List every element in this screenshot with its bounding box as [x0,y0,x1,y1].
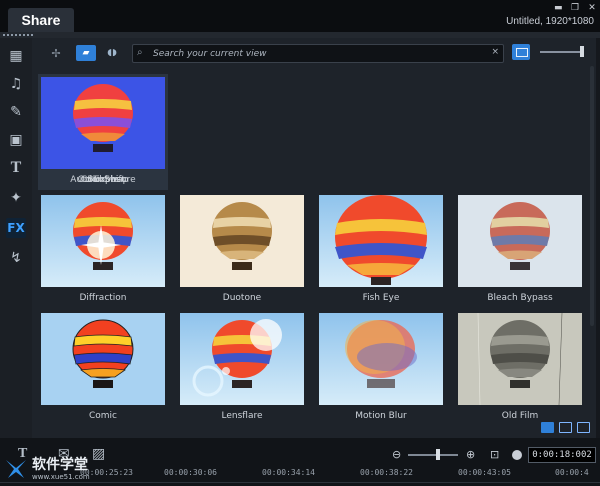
thumbnail-size-handle[interactable] [580,46,584,57]
clear-search-icon[interactable]: × [491,47,499,57]
effect-label: Comic [88,411,117,421]
watermark-logo [6,460,26,478]
add-effect-icon[interactable]: ✢ [48,45,64,61]
minimize-icon[interactable]: ▬ [554,4,563,13]
effect-thumbnail [41,313,165,405]
show-audio-filters-icon[interactable]: ◖◗ [102,45,122,61]
path-icon[interactable]: ↯ [6,248,26,268]
zoom-in-icon[interactable]: ⊕ [466,448,475,461]
clock-icon [512,450,522,460]
effect-thumbnail [319,195,443,287]
watermark-title: 软件学堂 [32,457,88,473]
zoom-out-icon[interactable]: ⊖ [392,448,401,461]
dotted-grip [3,34,33,36]
effect-tile-fish-eye[interactable]: Fish Eye [316,192,446,308]
effect-thumbnail [41,77,165,169]
graphics-icon[interactable]: ▣ [6,130,26,150]
ruler-tick-label: 00:00:4 [555,468,589,477]
effect-tile-diffraction[interactable]: Diffraction [38,192,168,308]
details-view-icon[interactable] [559,422,572,433]
window-scrollbar [596,38,600,438]
fit-project-icon[interactable]: ⊡ [490,448,499,461]
effect-tile-comic[interactable]: Comic [38,310,168,426]
close-icon[interactable]: ✕ [588,4,596,13]
timeline-zoom-handle[interactable] [436,449,440,460]
effect-label: Diffraction [79,293,127,303]
thumbnail-view-icon[interactable] [541,422,554,433]
library-view-options [541,422,590,433]
effect-label: Lensflare [221,411,263,421]
ruler-tick-label: 00:00:43:05 [458,468,511,477]
audio-icon[interactable]: ♫ [6,74,26,94]
timeline-zoom-slider[interactable] [408,454,458,456]
fx-icon[interactable]: FX [6,218,26,238]
effect-thumbnail [180,313,304,405]
effect-grid: ColorShift Bubble Auto Exposure Color Sw… [38,74,590,421]
effect-label: Motion Blur [355,411,407,421]
effect-label: Color Swap [77,175,129,185]
effect-thumbnail [180,195,304,287]
effect-label: Duotone [222,293,262,303]
ruler-tick-label: 00:00:38:22 [360,468,413,477]
instant-project-icon[interactable]: ✎ [6,102,26,122]
title-bar: Share ▬ ❐ ✕ Untitled, 1920*1080 [0,0,600,32]
search-box: ⌕ × [132,44,504,63]
watermark: 软件学堂 www.xue51.com [4,454,114,484]
library-toolbar: ✢ ▰ ◖◗ ⌕ × [32,38,596,68]
document-title: Untitled, 1920*1080 [506,16,594,27]
thumbnail-size-slider[interactable] [540,51,584,53]
list-view-button[interactable] [512,44,530,60]
options-icon[interactable] [577,422,590,433]
effect-thumbnail [458,313,582,405]
timecode-display[interactable]: 0:00:18:002 [528,447,596,463]
ruler-tick-label: 00:00:34:14 [262,468,315,477]
window-controls: ▬ ❐ ✕ [554,2,596,14]
effect-tile-duotone[interactable]: Duotone [177,192,307,308]
effect-label: Old Film [501,411,539,421]
media-icon[interactable]: ▦ [6,46,26,66]
watermark-url: www.xue51.com [32,473,90,481]
effect-label: Fish Eye [362,293,400,303]
fx-library-panel: ✢ ▰ ◖◗ ⌕ × [32,38,596,438]
effect-thumbnail [41,195,165,287]
effect-tile-color-swap[interactable]: Color Swap [38,74,168,190]
effect-thumbnail [319,313,443,405]
effect-thumbnail [458,195,582,287]
effect-tile-old-film[interactable]: Old Film [455,310,585,426]
ruler-tick-label: 00:00:30:06 [164,468,217,477]
effect-label: Bleach Bypass [487,293,553,303]
effect-tile-motion-blur[interactable]: Motion Blur [316,310,446,426]
share-tab[interactable]: Share [8,8,74,32]
restore-icon[interactable]: ❐ [571,4,579,13]
search-input[interactable] [153,45,483,62]
search-icon: ⌕ [137,47,143,58]
library-scrollbar[interactable] [590,66,594,326]
transition-icon[interactable]: ✦ [6,188,26,208]
library-category-toolbar: ▦ ♫ ✎ ▣ T ✦ FX ↯ [0,38,32,438]
title-icon[interactable]: T [6,158,26,178]
effect-tile-lensflare[interactable]: Lensflare [177,310,307,426]
show-video-filters-icon[interactable]: ▰ [76,45,96,61]
effect-tile-bleach-bypass[interactable]: Bleach Bypass [455,192,585,308]
